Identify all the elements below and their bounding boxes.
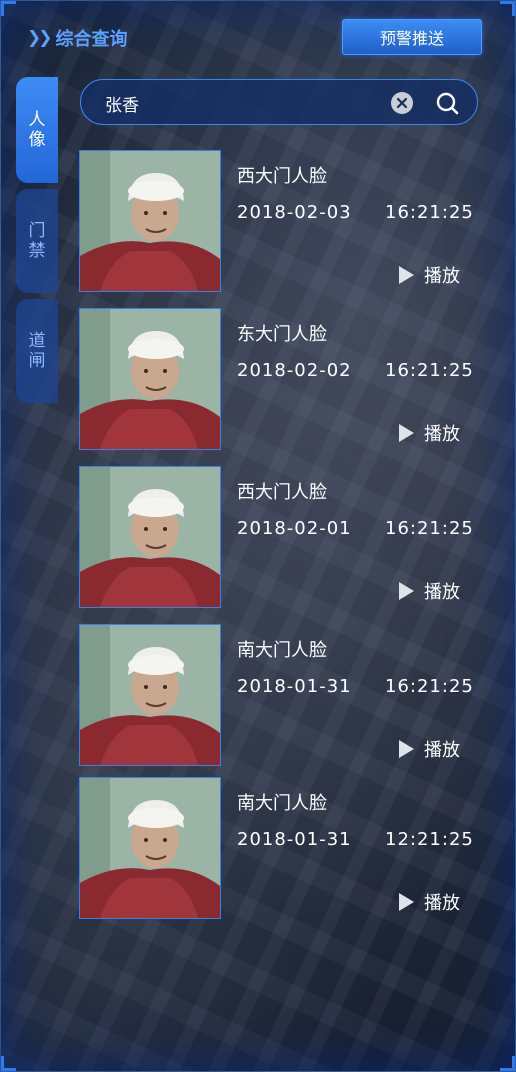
play-label: 播放: [424, 582, 460, 603]
tab-barrier-gate[interactable]: 道闸: [16, 299, 58, 403]
result-date: 2018-02-02: [237, 360, 352, 381]
face-photo-icon[interactable]: [79, 466, 221, 608]
result-item: 东大门人脸 2018-02-02 16:21:25 播放: [79, 308, 479, 451]
result-time: 16:21:25: [385, 202, 474, 223]
result-date: 2018-01-31: [237, 829, 352, 850]
search-bar[interactable]: 张香: [80, 79, 478, 125]
result-time: 16:21:25: [385, 360, 474, 381]
result-location: 西大门人脸: [237, 482, 327, 503]
play-button[interactable]: 播放: [399, 262, 460, 288]
play-triangle-icon: [399, 893, 414, 911]
clear-circle-icon[interactable]: [391, 92, 413, 114]
tab-label: 人像: [28, 110, 46, 150]
play-button[interactable]: 播放: [399, 736, 460, 762]
play-triangle-icon: [399, 740, 414, 758]
play-label: 播放: [424, 424, 460, 445]
play-button[interactable]: 播放: [399, 889, 460, 915]
play-triangle-icon: [399, 266, 414, 284]
play-button[interactable]: 播放: [399, 578, 460, 604]
face-photo-icon[interactable]: [79, 308, 221, 450]
play-triangle-icon: [399, 582, 414, 600]
play-triangle-icon: [399, 424, 414, 442]
result-date: 2018-02-01: [237, 518, 352, 539]
corner-decoration-top-right: [500, 1, 515, 16]
face-photo-icon[interactable]: [79, 624, 221, 766]
alert-push-button[interactable]: 预警推送: [342, 19, 482, 55]
result-item: 南大门人脸 2018-01-31 12:21:25 播放: [79, 777, 479, 920]
result-date: 2018-01-31: [237, 676, 352, 697]
result-location: 西大门人脸: [237, 166, 327, 187]
result-item: 西大门人脸 2018-02-01 16:21:25 播放: [79, 466, 479, 609]
corner-decoration-top-left: [1, 1, 16, 16]
tab-portrait[interactable]: 人像: [16, 77, 58, 183]
result-item: 南大门人脸 2018-01-31 16:21:25 播放: [79, 624, 479, 767]
tab-label: 门禁: [28, 221, 46, 261]
play-label: 播放: [424, 740, 460, 761]
corner-decoration-bottom-left: [1, 1056, 16, 1071]
result-item: 西大门人脸 2018-02-03 16:21:25 播放: [79, 150, 479, 293]
face-photo-icon[interactable]: [79, 150, 221, 292]
play-label: 播放: [424, 893, 460, 914]
play-button[interactable]: 播放: [399, 420, 460, 446]
double-chevron-right-icon: ❯❯: [27, 28, 52, 48]
query-panel: ❯❯ 综合查询 预警推送 人像 门禁 道闸 张香 西大门人脸 2018-02-0…: [0, 0, 516, 1072]
result-location: 南大门人脸: [237, 793, 327, 814]
corner-decoration-bottom-right: [500, 1056, 515, 1071]
result-date: 2018-02-03: [237, 202, 352, 223]
play-label: 播放: [424, 266, 460, 287]
result-time: 16:21:25: [385, 676, 474, 697]
face-photo-icon[interactable]: [79, 777, 221, 919]
result-time: 12:21:25: [385, 829, 474, 850]
tab-label: 道闸: [28, 331, 46, 371]
panel-title-text: 综合查询: [55, 29, 128, 50]
panel-title: ❯❯ 综合查询: [27, 25, 128, 51]
result-location: 东大门人脸: [237, 324, 327, 345]
search-input[interactable]: 张香: [105, 91, 139, 116]
result-time: 16:21:25: [385, 518, 474, 539]
search-icon[interactable]: [435, 91, 459, 119]
result-location: 南大门人脸: [237, 640, 327, 661]
tab-access-control[interactable]: 门禁: [16, 189, 58, 293]
